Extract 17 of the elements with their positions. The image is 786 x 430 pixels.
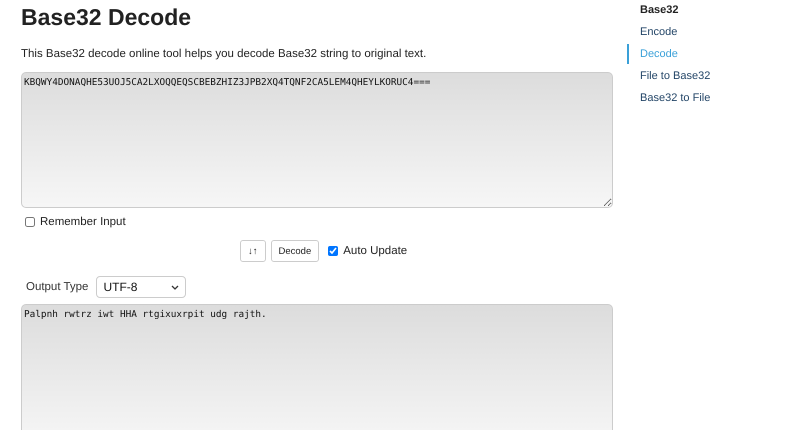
remember-label: Remember Input [40, 216, 126, 228]
description-text: This Base32 decode online tool helps you decode Base32 string to original text. [21, 48, 428, 60]
decode-button[interactable]: Decode [270, 240, 320, 262]
output-field[interactable]: Palpnh rwtrz iwt HHA rtgixuxrpit udg rajth. [21, 304, 613, 430]
swap-button[interactable]: ↓↑ [240, 240, 266, 262]
output-type-label: Output Type [26, 281, 88, 293]
remember-checkbox[interactable] [25, 217, 35, 227]
chevron-icon [171, 284, 180, 290]
input-field[interactable]: KBQWY4DONAQHE53UOJ5CA2LXOQQEQSCBEBZHIZ3JPB2XQ4TQNF2CA5LEM4QHEYLKORUC4=== [21, 72, 613, 208]
output-type-select[interactable]: UTF-8 [96, 276, 186, 298]
auto-update-label: Auto Update [343, 245, 408, 257]
sidebar-heading: Base32 [639, 4, 680, 18]
sidebar-link[interactable]: Base32 to File [627, 88, 710, 108]
page-title: Base32 Decode [21, 4, 192, 31]
sidebar-link[interactable]: Encode [627, 22, 710, 42]
auto-update-checkbox[interactable] [328, 246, 338, 256]
sidebar-link[interactable]: File to Base32 [627, 66, 710, 86]
